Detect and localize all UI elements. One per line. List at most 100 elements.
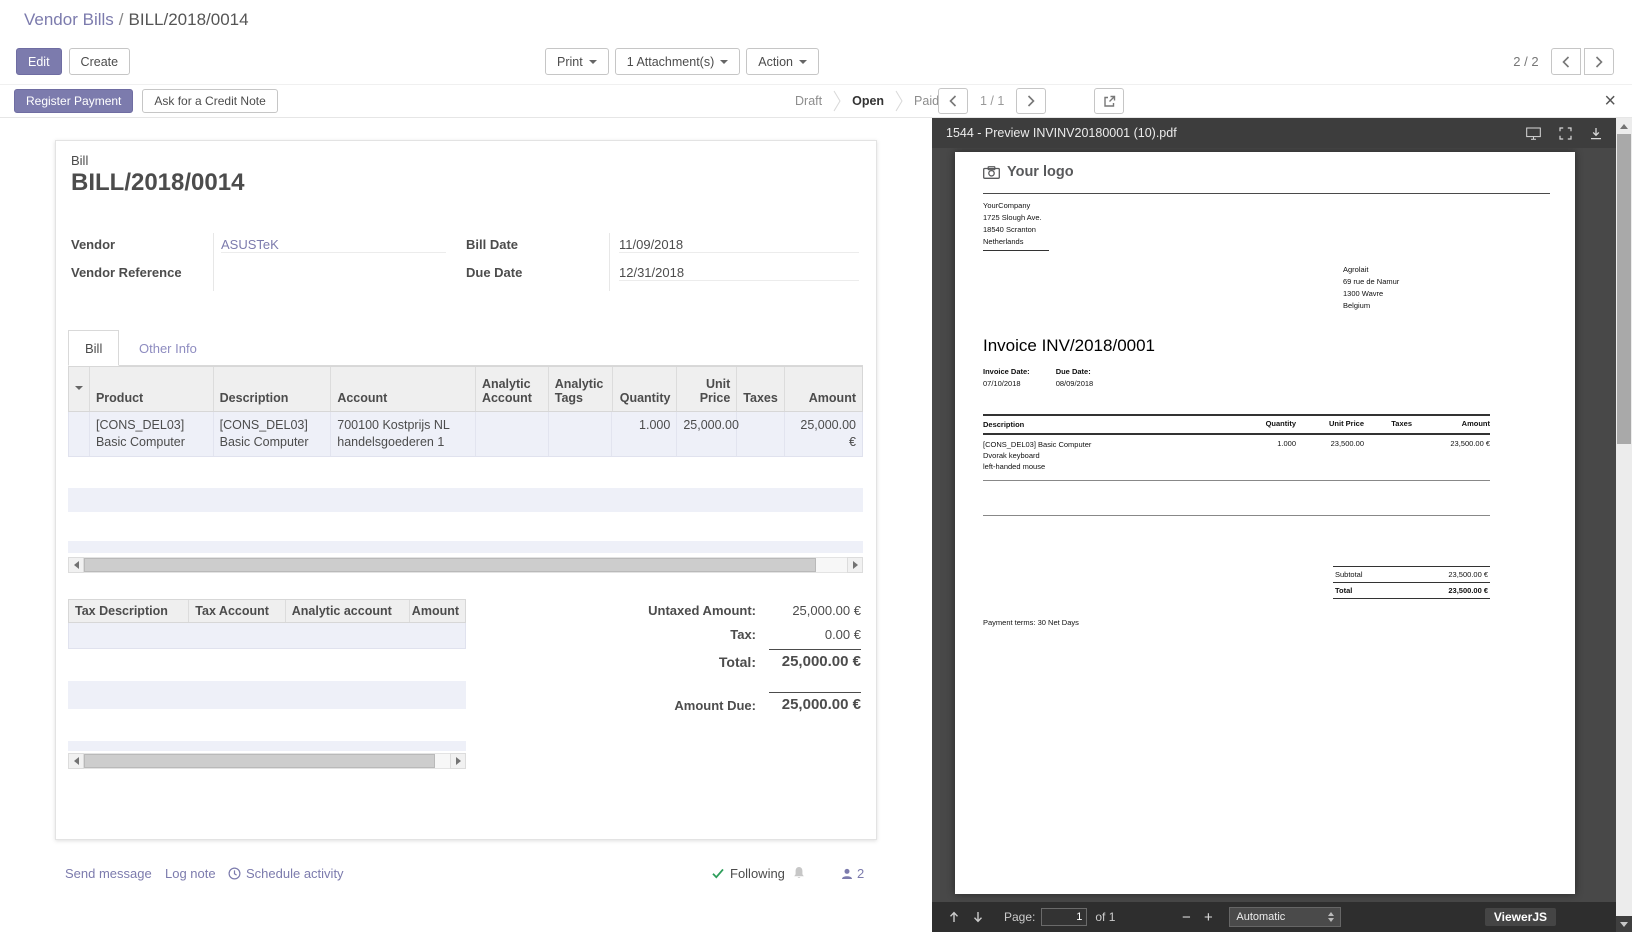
arrow-down-icon <box>972 911 984 923</box>
followers-counter[interactable]: 2 <box>841 866 864 881</box>
pdf-line-name: [CONS_DEL03] Basic Computer <box>983 439 1238 450</box>
status-draft[interactable]: Draft <box>795 94 822 108</box>
pdf-cell-taxes <box>1364 439 1412 472</box>
edit-button[interactable]: Edit <box>16 48 62 75</box>
viewerjs-brand: ViewerJS <box>1485 908 1556 926</box>
column-header-unit-price: Unit Price <box>677 367 737 411</box>
scroll-down-button[interactable] <box>1616 916 1632 932</box>
invoice-line-row[interactable]: [CONS_DEL03] Basic Computer [CONS_DEL03]… <box>68 412 863 457</box>
status-open[interactable]: Open <box>852 94 884 108</box>
column-header-analytic-account: Analytic Account <box>476 367 549 411</box>
arrow-right-icon <box>456 757 461 765</box>
scroll-up-button[interactable] <box>1616 118 1632 134</box>
scroll-left-button[interactable] <box>68 753 84 769</box>
control-panel: Edit Create Print 1 Attachment(s) Action… <box>0 40 1632 84</box>
chevron-right-icon <box>1027 95 1035 107</box>
print-dropdown[interactable]: Print <box>545 48 609 75</box>
optional-columns-toggle[interactable] <box>69 367 90 411</box>
company-street: 1725 Slough Ave. <box>983 212 1049 224</box>
select-spinner-icon <box>1328 912 1334 922</box>
viewer-toolbar: Page: of 1 − + Automatic ViewerJS <box>932 902 1616 932</box>
statusbar-states: Draft Open Paid <box>795 85 939 117</box>
record-pager: 2 / 2 <box>1513 48 1614 75</box>
following-button[interactable]: Following <box>712 866 785 881</box>
ask-credit-note-button[interactable]: Ask for a Credit Note <box>142 89 277 113</box>
create-button[interactable]: Create <box>69 48 131 75</box>
action-dropdown[interactable]: Action <box>746 48 819 75</box>
previous-page-button[interactable] <box>942 906 966 928</box>
user-icon <box>841 868 853 880</box>
record-pager-previous-button[interactable] <box>1551 48 1581 75</box>
page-input[interactable] <box>1041 908 1087 926</box>
customer-street: 69 rue de Namur <box>1343 276 1399 288</box>
external-link-icon <box>1103 95 1116 108</box>
scrollbar-thumb[interactable] <box>84 754 435 768</box>
invoice-date-value: 07/10/2018 <box>983 379 1021 388</box>
lines-table-header: Product Description Account Analytic Acc… <box>68 366 863 412</box>
scrollbar-thumb[interactable] <box>84 558 816 572</box>
attachments-dropdown[interactable]: 1 Attachment(s) <box>615 48 741 75</box>
invoice-title: Invoice INV/2018/0001 <box>983 336 1155 356</box>
fullscreen-icon <box>1559 127 1572 140</box>
column-header-amount: Amount <box>785 367 862 411</box>
vendor-link[interactable]: ASUSTeK <box>221 237 446 253</box>
pdf-cell-quantity: 1.000 <box>1238 439 1296 472</box>
scroll-right-button[interactable] <box>450 753 466 769</box>
arrow-down-icon <box>1620 922 1628 927</box>
empty-line-row <box>68 488 863 512</box>
presentation-mode-button[interactable] <box>1526 127 1541 140</box>
status-paid[interactable]: Paid <box>914 94 939 108</box>
pdf-col-quantity: Quantity <box>1238 419 1296 430</box>
scroll-right-button[interactable] <box>847 557 863 573</box>
log-note-link[interactable]: Log note <box>165 866 216 881</box>
notebook-tabs: Bill Other Info <box>68 330 863 366</box>
record-pager-next-button[interactable] <box>1584 48 1614 75</box>
cell-quantity: 1.000 <box>612 412 677 456</box>
empty-tax-row <box>68 741 466 751</box>
close-preview-button[interactable]: × <box>1604 87 1616 115</box>
total-label: Total: <box>596 654 756 670</box>
download-button[interactable] <box>1590 127 1602 140</box>
amount-due-value: 25,000.00 € <box>769 692 861 713</box>
status-bar-actions: Register Payment Ask for a Credit Note <box>14 89 278 113</box>
register-payment-button[interactable]: Register Payment <box>14 89 133 113</box>
row-handle <box>69 412 90 456</box>
breadcrumb-link-vendor-bills[interactable]: Vendor Bills <box>24 10 114 29</box>
tab-bill[interactable]: Bill <box>68 330 119 366</box>
notification-bell-button[interactable] <box>793 866 805 880</box>
zoom-out-button[interactable]: − <box>1175 906 1197 928</box>
zoom-mode-select[interactable]: Automatic <box>1229 907 1341 927</box>
subtotal-label: Subtotal <box>1335 570 1363 579</box>
invoice-lines-table: Product Description Account Analytic Acc… <box>68 366 863 457</box>
pdf-line-note: left-handed mouse <box>983 461 1238 472</box>
schedule-activity-link[interactable]: Schedule activity <box>228 866 344 881</box>
scroll-left-button[interactable] <box>68 557 84 573</box>
tab-other-info[interactable]: Other Info <box>123 330 213 366</box>
empty-line-row <box>68 541 863 553</box>
field-separator <box>213 233 214 291</box>
arrow-up-icon <box>948 911 960 923</box>
chevron-right-icon <box>1595 56 1603 68</box>
zoom-in-button[interactable]: + <box>1197 906 1219 928</box>
attachment-previous-button[interactable] <box>938 88 968 114</box>
scrollbar-thumb[interactable] <box>1617 134 1631 444</box>
pdf-col-amount: Amount <box>1412 419 1490 430</box>
pdf-viewer-body: Your logo YourCompany 1725 Slough Ave. 1… <box>932 148 1616 902</box>
cell-product: [CONS_DEL03] Basic Computer <box>90 412 214 456</box>
send-message-link[interactable]: Send message <box>65 866 152 881</box>
fullscreen-button[interactable] <box>1559 127 1572 140</box>
customer-city: 1300 Wavre <box>1343 288 1399 300</box>
arrow-up-icon <box>1620 124 1628 129</box>
pdf-col-unit-price: Unit Price <box>1296 419 1364 430</box>
invoice-date-label: Invoice Date: <box>983 366 1030 378</box>
odoo-window: Vendor Bills/BILL/2018/0014 Edit Create … <box>0 0 1632 932</box>
company-address: YourCompany 1725 Slough Ave. 18540 Scran… <box>983 200 1049 251</box>
arrow-right-icon <box>853 561 858 569</box>
next-page-button[interactable] <box>966 906 990 928</box>
bill-date-value: 11/09/2018 <box>619 237 859 253</box>
open-attachment-button[interactable] <box>1094 88 1124 114</box>
attachment-next-button[interactable] <box>1016 88 1046 114</box>
cell-account: 700100 Kostprijs NL handelsgoederen 1 <box>331 412 476 456</box>
cell-taxes <box>737 412 785 456</box>
scrollbar-track <box>84 753 450 769</box>
